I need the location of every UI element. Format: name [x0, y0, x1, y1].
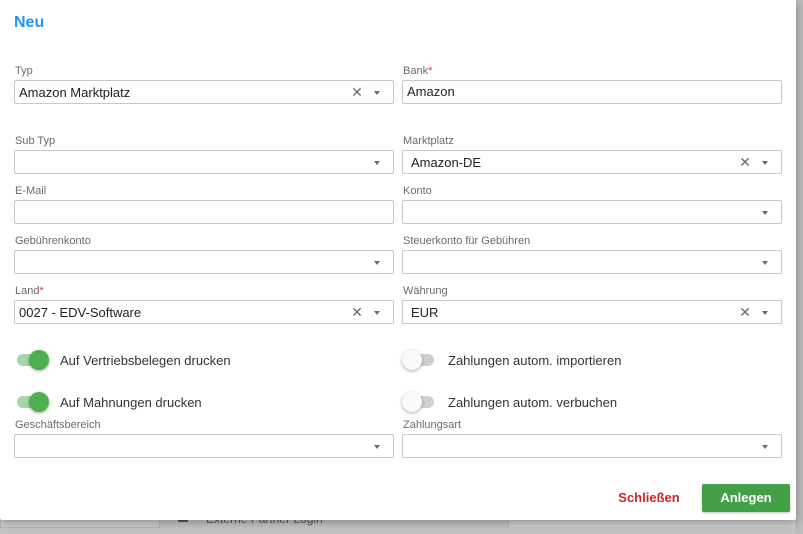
- konto-select[interactable]: [402, 200, 782, 224]
- toggle-knob: [29, 350, 49, 370]
- marktplatz-label: Marktplatz: [403, 135, 454, 147]
- konto-label: Konto: [403, 185, 432, 197]
- mahnungen-toggle[interactable]: [15, 392, 49, 412]
- bank-field[interactable]: [402, 80, 782, 104]
- steuerkonto-label: Steuerkonto für Gebühren: [403, 235, 531, 247]
- close-icon[interactable]: ✕: [738, 154, 752, 170]
- chevron-down-icon[interactable]: [374, 311, 380, 315]
- zahlungen-import-toggle[interactable]: [402, 350, 436, 370]
- waehrung-select[interactable]: EUR ✕: [402, 300, 782, 324]
- typ-select[interactable]: Amazon Marktplatz ✕: [14, 80, 394, 104]
- bank-input[interactable]: [407, 84, 767, 99]
- required-mark: *: [39, 285, 44, 297]
- typ-value: Amazon Marktplatz: [19, 85, 131, 100]
- chevron-down-icon[interactable]: [374, 445, 380, 449]
- chevron-down-icon[interactable]: [762, 211, 768, 215]
- close-icon[interactable]: ✕: [738, 304, 752, 320]
- zahlungsart-select[interactable]: [402, 434, 782, 458]
- zahlungen-import-label: Zahlungen autom. importieren: [448, 353, 622, 368]
- typ-label: Typ: [15, 65, 33, 77]
- land-label: Land*: [15, 285, 44, 297]
- background-scroll-strip: [795, 0, 803, 534]
- geschaeftsbereich-label: Geschäftsbereich: [15, 419, 101, 431]
- toggle-knob: [402, 350, 422, 370]
- chevron-down-icon[interactable]: [374, 91, 380, 95]
- chevron-down-icon[interactable]: [762, 161, 768, 165]
- waehrung-label: Währung: [403, 285, 448, 297]
- new-dialog: Neu Typ Amazon Marktplatz ✕ Bank* Sub Ty…: [0, 0, 796, 520]
- marktplatz-select[interactable]: Amazon-DE ✕: [402, 150, 782, 174]
- create-button[interactable]: Anlegen: [702, 484, 790, 512]
- zahlungen-verbuchen-toggle[interactable]: [402, 392, 436, 412]
- geschaeftsbereich-select[interactable]: [14, 434, 394, 458]
- chevron-down-icon[interactable]: [374, 261, 380, 265]
- steuerkonto-select[interactable]: [402, 250, 782, 274]
- marktplatz-value: Amazon-DE: [411, 155, 482, 170]
- close-icon[interactable]: ✕: [350, 304, 364, 320]
- sub-typ-select[interactable]: [14, 150, 394, 174]
- vertriebsbelege-toggle[interactable]: [15, 350, 49, 370]
- land-select[interactable]: 0027 - EDV-Software ✕: [14, 300, 394, 324]
- chevron-down-icon[interactable]: [762, 261, 768, 265]
- close-button[interactable]: Schließen: [612, 484, 686, 512]
- email-field[interactable]: [14, 200, 394, 224]
- zahlungsart-label: Zahlungsart: [403, 419, 462, 431]
- chevron-down-icon[interactable]: [374, 161, 380, 165]
- dialog-title: Neu: [14, 14, 45, 31]
- mahnungen-label: Auf Mahnungen drucken: [60, 395, 202, 410]
- toggle-knob: [29, 392, 49, 412]
- bank-label: Bank*: [403, 65, 433, 77]
- vertriebsbelege-label: Auf Vertriebsbelegen drucken: [60, 353, 231, 368]
- email-label: E-Mail: [15, 185, 47, 197]
- chevron-down-icon[interactable]: [762, 445, 768, 449]
- toggle-knob: [402, 392, 422, 412]
- required-mark: *: [428, 65, 433, 77]
- gebuehrenkonto-select[interactable]: [14, 250, 394, 274]
- land-value: 0027 - EDV-Software: [19, 305, 142, 320]
- chevron-down-icon[interactable]: [762, 311, 768, 315]
- zahlungen-verbuchen-label: Zahlungen autom. verbuchen: [448, 395, 618, 410]
- sub-typ-label: Sub Typ: [15, 135, 56, 147]
- waehrung-value: EUR: [411, 305, 439, 320]
- gebuehrenkonto-label: Gebührenkonto: [15, 235, 91, 247]
- close-icon[interactable]: ✕: [350, 84, 364, 100]
